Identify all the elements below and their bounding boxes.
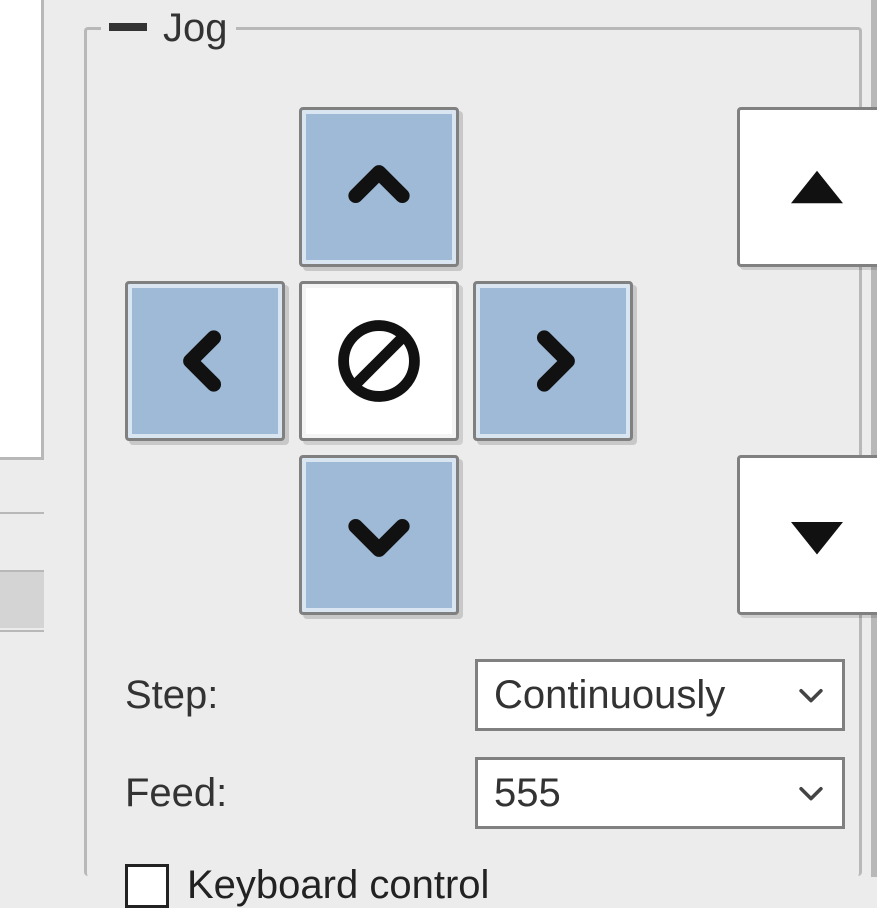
- left-panel-fragment: [0, 0, 44, 460]
- keyboard-control-label: Keyboard control: [187, 863, 489, 908]
- jog-panel-legend[interactable]: Jog: [101, 6, 236, 51]
- feed-value: 555: [494, 771, 788, 816]
- step-combobox[interactable]: Continuously: [475, 659, 845, 731]
- jog-stop-button[interactable]: [299, 281, 459, 441]
- feed-row: Feed: 555: [125, 757, 845, 829]
- chevron-down-icon: [794, 776, 828, 810]
- feed-label: Feed:: [125, 771, 227, 816]
- keyboard-control-row[interactable]: Keyboard control: [125, 863, 489, 908]
- jog-z-plus-button[interactable]: [737, 107, 877, 267]
- jog-panel-title: Jog: [163, 6, 228, 51]
- jog-panel: Jog: [84, 6, 862, 876]
- jog-button-grid: [125, 107, 877, 615]
- triangle-down-icon: [778, 496, 856, 574]
- keyboard-control-checkbox[interactable]: [125, 864, 169, 908]
- jog-x-plus-button[interactable]: [473, 281, 633, 441]
- triangle-up-icon: [778, 148, 856, 226]
- feed-combobox[interactable]: 555: [475, 757, 845, 829]
- step-row: Step: Continuously: [125, 659, 845, 731]
- chevron-left-icon: [170, 326, 240, 396]
- chevron-up-icon: [344, 152, 414, 222]
- jog-y-plus-button[interactable]: [299, 107, 459, 267]
- chevron-down-icon: [794, 678, 828, 712]
- jog-y-minus-button[interactable]: [299, 455, 459, 615]
- jog-z-minus-button[interactable]: [737, 455, 877, 615]
- step-label: Step:: [125, 673, 218, 718]
- collapse-icon[interactable]: [109, 23, 147, 31]
- chevron-down-icon: [344, 500, 414, 570]
- step-value: Continuously: [494, 673, 788, 718]
- jog-x-minus-button[interactable]: [125, 281, 285, 441]
- chevron-right-icon: [518, 326, 588, 396]
- left-toolbar-fragment: [0, 512, 44, 632]
- no-entry-icon: [329, 311, 429, 411]
